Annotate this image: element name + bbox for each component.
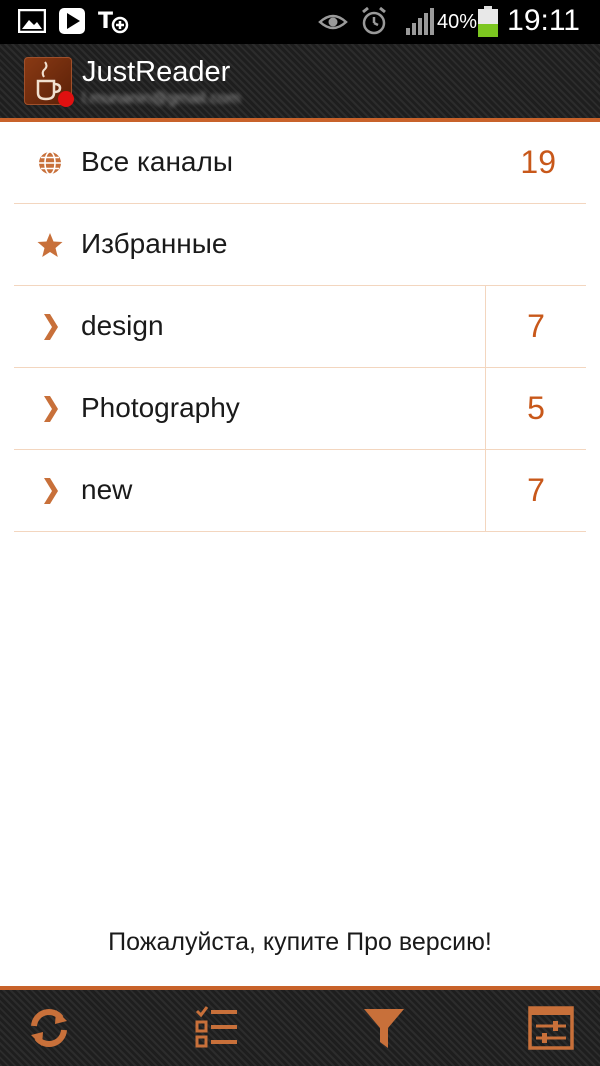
refresh-icon	[31, 1009, 67, 1047]
feed-label: Все каналы	[81, 146, 233, 177]
unread-count[interactable]: 5	[486, 390, 586, 427]
feed-row-all[interactable]: Все каналы 19	[14, 122, 586, 204]
account-email: l.munanin@gmail.com	[82, 90, 241, 107]
notification-dot	[58, 91, 74, 107]
feed-label: Избранные	[81, 228, 228, 259]
unread-count[interactable]: 7	[486, 308, 586, 345]
app-logo[interactable]	[24, 57, 74, 107]
clock: 19:11	[507, 4, 580, 37]
chevron-right-icon	[36, 313, 64, 341]
checklist-icon	[195, 1006, 237, 1048]
battery-percent: 40%	[437, 11, 478, 33]
settings-button[interactable]	[527, 1004, 575, 1052]
unread-count[interactable]: 7	[486, 472, 586, 509]
unread-count: 19	[520, 144, 556, 180]
app-bar: JustReader l.munanin@gmail.com	[0, 44, 600, 122]
svg-text:T: T	[98, 9, 113, 34]
feed-row-new[interactable]: new 7	[14, 450, 586, 532]
feed-label: Photography	[81, 392, 240, 423]
refresh-button[interactable]	[25, 1004, 73, 1052]
settings-panel-icon	[528, 1006, 574, 1050]
globe-icon	[36, 149, 64, 177]
feed-label: new	[81, 474, 133, 505]
alarm-icon	[360, 6, 388, 41]
feed-list: Все каналы 19 Избранные design 7 Photogr…	[14, 122, 586, 532]
filter-icon	[364, 1009, 404, 1048]
pro-version-promo[interactable]: Пожалуйста, купите Про версию!	[0, 928, 600, 957]
chevron-right-icon	[36, 477, 64, 505]
feed-row-favorites[interactable]: Избранные	[14, 204, 586, 286]
mark-read-button[interactable]	[193, 1004, 241, 1052]
accent-divider	[0, 986, 600, 990]
chevron-right-icon	[36, 395, 64, 423]
status-bar: T 40% 19:11	[0, 0, 600, 44]
gallery-icon	[17, 8, 47, 38]
app-screen: T 40% 19:11 JustReader l.munanin@gmail.c…	[0, 0, 600, 1066]
filter-button[interactable]	[360, 1004, 408, 1052]
feed-row-photography[interactable]: Photography 5	[14, 368, 586, 450]
bottom-toolbar	[0, 986, 600, 1066]
eye-icon	[318, 11, 348, 38]
star-icon	[36, 231, 64, 259]
feed-row-design[interactable]: design 7	[14, 286, 586, 368]
app-title: JustReader	[82, 56, 231, 88]
play-store-icon	[58, 7, 86, 40]
signal-icon	[404, 8, 434, 41]
feed-label: design	[81, 310, 164, 341]
tasks-icon: T	[98, 6, 130, 41]
battery-icon	[477, 6, 499, 43]
